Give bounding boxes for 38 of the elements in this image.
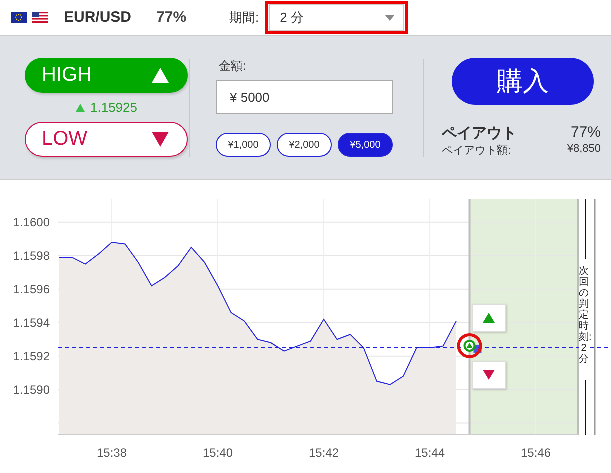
amount-preset[interactable]: ¥2,000 [277,133,332,157]
axis-label: 15:44 [414,446,446,460]
axis-label: 15:38 [96,446,128,460]
payout-label: ペイアウト [442,124,517,142]
entry-marker-icon [457,333,482,358]
down-triangle-icon [483,370,495,380]
axis-label: 15:46 [520,446,552,460]
axis-label: 1.1590 [13,382,50,397]
up-triangle-icon [76,104,84,112]
eu-flag-icon [11,12,27,23]
buy-button[interactable]: 購入 [452,58,594,104]
axis-label: 15:42 [308,446,340,460]
amount-preset[interactable]: ¥5,000 [338,133,393,157]
axis-label: 1.1592 [13,349,50,364]
payout-rate: 77% [570,124,601,142]
current-price: 1.15925 [90,100,138,115]
period-label: 期間: [230,8,260,26]
down-triangle-icon [152,132,169,147]
axis-label: 1.1598 [13,248,50,263]
low-button[interactable]: LOW [25,122,188,157]
payout-amount: ¥8,850 [567,142,601,156]
high-quick-button[interactable] [472,304,506,332]
axis-label: 1.1594 [13,316,50,330]
up-triangle-icon [152,68,169,83]
payout-amount-label: ペイアウト額: [442,144,512,158]
amount-label: 金額: [219,58,248,75]
caret-icon [385,14,396,20]
currency-pair: EUR/USD [64,9,132,26]
low-quick-button[interactable] [472,361,506,389]
axis-label: 1.1600 [13,215,50,230]
axis-label: 1.1596 [13,282,50,296]
us-flag-icon [32,12,48,23]
up-triangle-icon [483,313,495,323]
period-select[interactable]: 2 分 [269,4,404,31]
axis-label: 15:40 [202,446,234,460]
amount-preset[interactable]: ¥1,000 [216,133,271,157]
payout-rate: 77% [156,9,187,26]
amount-field[interactable]: ¥ 5000 [216,80,393,114]
